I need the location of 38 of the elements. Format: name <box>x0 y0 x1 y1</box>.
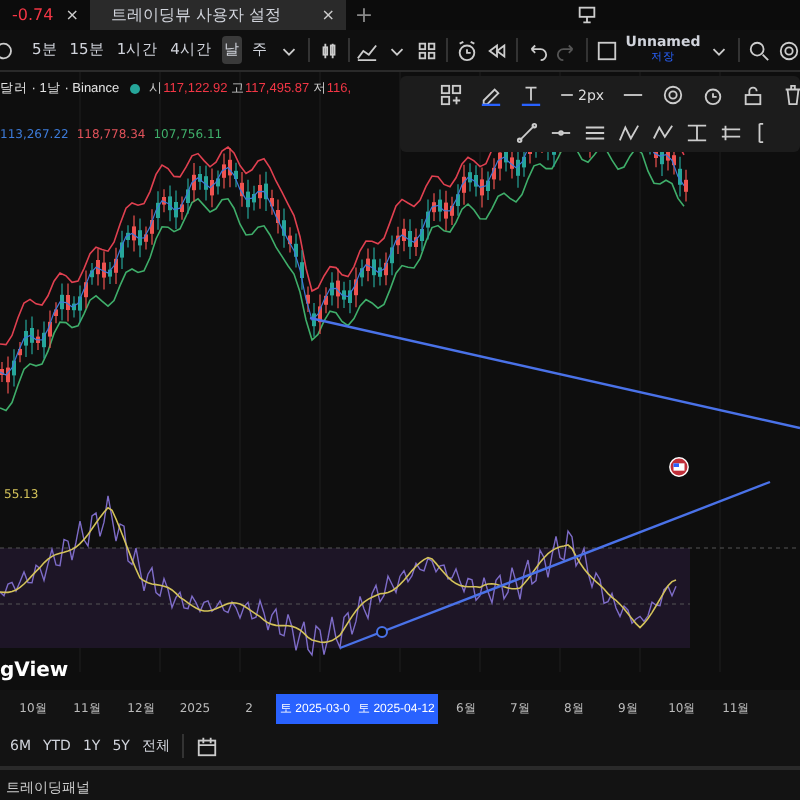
lock-icon[interactable] <box>742 84 765 106</box>
alarm-clock-icon[interactable] <box>456 39 479 61</box>
pencil-icon[interactable] <box>480 84 502 106</box>
redo-icon[interactable] <box>556 39 579 61</box>
logo-text: gView <box>0 660 69 682</box>
tab-title: 트레이딩뷰 사용자 설정 <box>110 4 281 26</box>
line-width-icon[interactable] <box>560 88 574 102</box>
square-icon[interactable] <box>595 39 618 61</box>
range-icon[interactable] <box>720 122 742 144</box>
zigzag-icon[interactable] <box>652 122 674 144</box>
alarm-clock-icon[interactable] <box>702 84 725 106</box>
tab[interactable]: -0.74 × <box>0 0 91 30</box>
trend-line[interactable] <box>309 316 800 430</box>
candles-icon[interactable] <box>317 39 340 61</box>
undo-icon[interactable] <box>526 39 549 61</box>
parallel-lines-icon[interactable] <box>584 122 606 144</box>
line-tool-icon[interactable] <box>516 122 538 144</box>
zigzag-icon[interactable] <box>618 122 640 144</box>
calendar-icon[interactable] <box>195 735 218 757</box>
template-icon[interactable] <box>440 84 462 106</box>
range-icon[interactable] <box>686 122 708 144</box>
text-color-icon[interactable] <box>520 84 542 106</box>
new-tab-button[interactable]: + <box>354 2 374 28</box>
trash-icon[interactable] <box>782 84 800 106</box>
rewind-icon[interactable] <box>486 39 509 61</box>
grid-icon[interactable] <box>416 39 439 61</box>
close-button[interactable]: × <box>321 6 335 24</box>
settings-icon[interactable] <box>778 39 800 61</box>
price-change: -0.74 <box>12 6 54 24</box>
monitor-icon[interactable] <box>575 4 598 26</box>
settings-icon[interactable] <box>662 84 685 106</box>
search-icon[interactable] <box>748 39 771 61</box>
close-button[interactable]: × <box>65 6 79 24</box>
indicator-icon[interactable] <box>356 39 379 61</box>
status-dot-icon <box>129 84 140 94</box>
rsi-trend-line[interactable] <box>339 480 771 650</box>
flag-badge-icon <box>668 456 690 478</box>
tab[interactable]: 트레이딩뷰 사용자 설정 × <box>90 0 347 30</box>
